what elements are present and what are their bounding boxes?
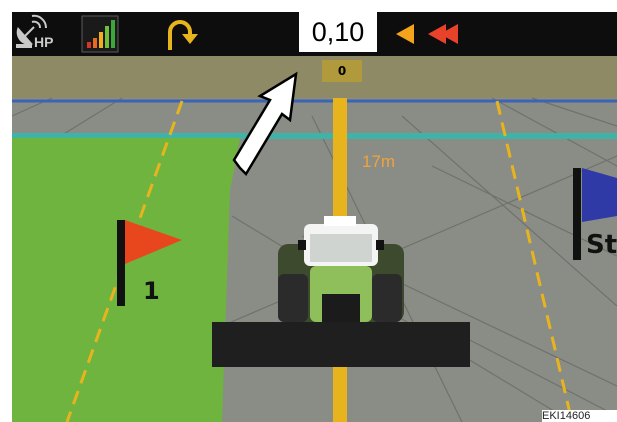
swath-number: 0: [337, 64, 347, 78]
status-bar: HP 0,10: [12, 12, 617, 56]
offset-value: 0,10: [299, 12, 377, 52]
gps-status-label: HP: [34, 34, 54, 50]
flag-right-label: St: [586, 230, 617, 260]
swath-strip: [12, 56, 617, 98]
figure-reference-code: EKI14606: [542, 410, 617, 422]
signal-strength-icon: [81, 15, 119, 53]
steer-indicator-icons: [396, 24, 458, 44]
worked-area: [12, 138, 240, 422]
field-view: [12, 56, 617, 422]
arrow-left-single-icon: [396, 24, 414, 44]
flag-left-label: 1: [143, 277, 160, 305]
distance-label: 17m: [362, 152, 396, 171]
u-turn-arrow-icon: [168, 20, 198, 50]
guidance-display: HP 0,10 0 17m 1 St: [12, 12, 617, 422]
